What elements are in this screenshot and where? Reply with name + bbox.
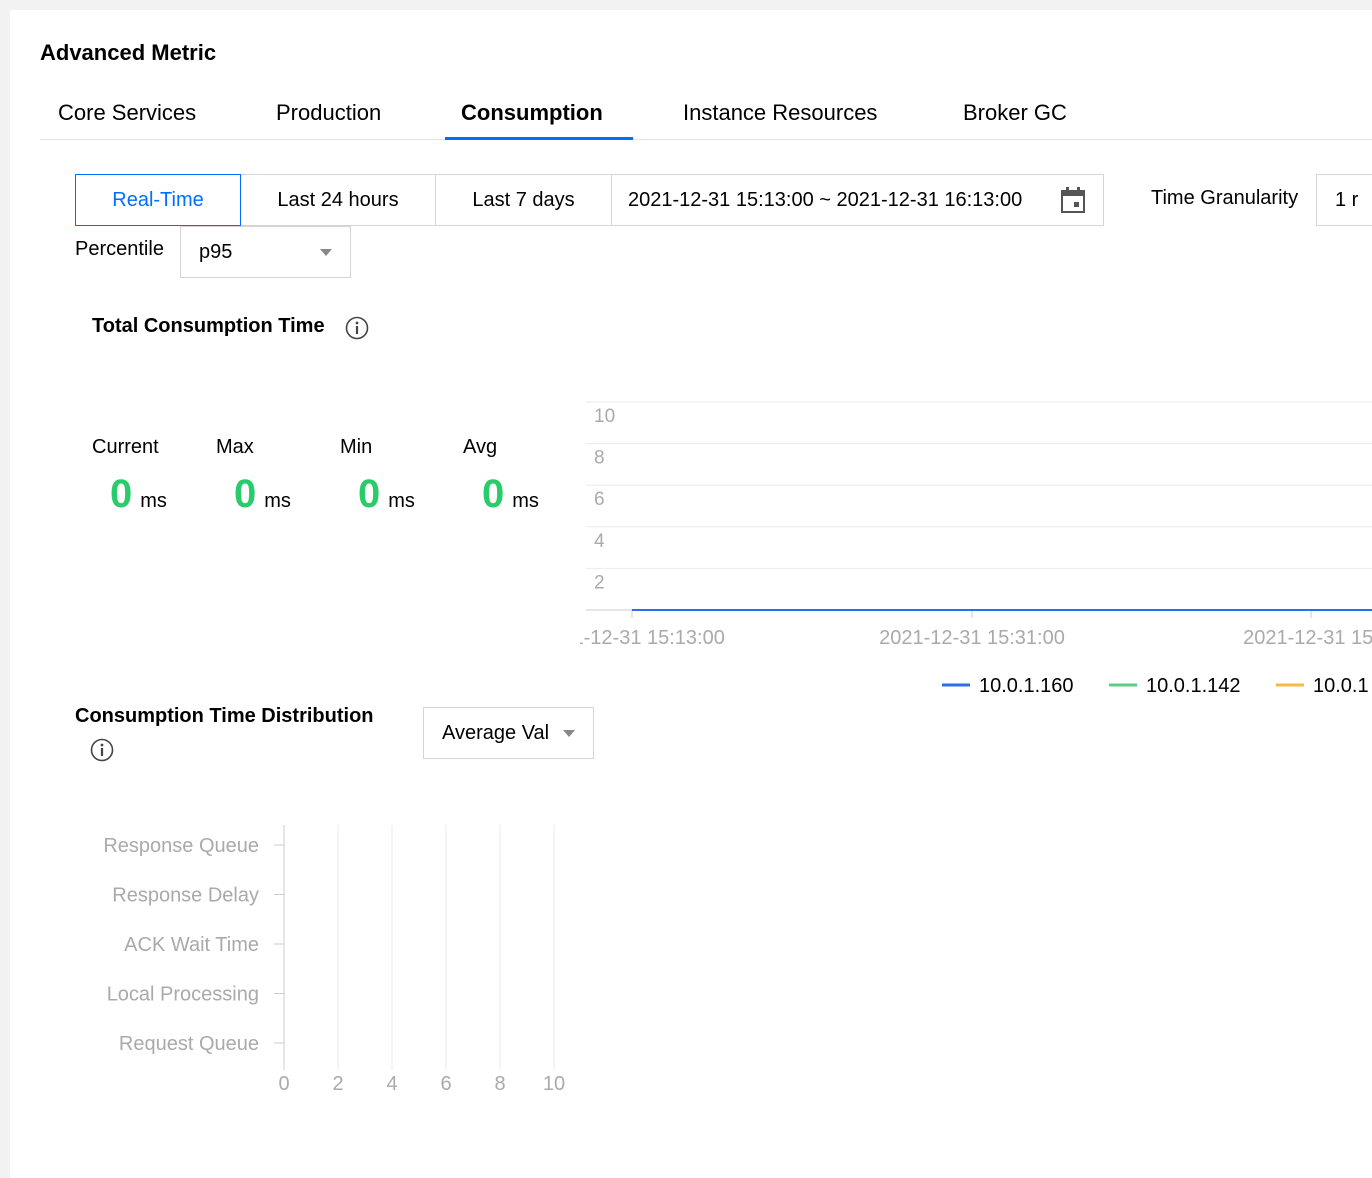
- category-label: Response Delay: [112, 885, 259, 907]
- y-tick-label: 2: [594, 572, 605, 593]
- active-tab-indicator: [445, 137, 633, 140]
- stat-max-value: 0: [234, 472, 257, 516]
- time-granularity-value: 1 r: [1335, 188, 1359, 211]
- stat-current-label: Current: [92, 436, 159, 458]
- total-consumption-line-chart: 10 8 6 4 2 2021-12-31 15:13:00 2021-12-31 15:3…: [580, 401, 1372, 697]
- time-granularity-select[interactable]: 1 r: [1316, 174, 1372, 226]
- stat-avg-unit: ms: [512, 490, 539, 512]
- tab-instance-resources[interactable]: Instance Resources: [683, 100, 877, 126]
- advanced-metric-panel: Advanced Metric Core Services Production…: [10, 10, 1372, 1178]
- percentile-value: p95: [199, 240, 233, 263]
- x-tick-label: 4: [386, 1073, 397, 1095]
- legend-entry: 10.0.1.160: [979, 675, 1074, 697]
- stat-avg: 0 ms: [482, 472, 539, 517]
- calendar-icon: [1061, 187, 1085, 213]
- category-label: ACK Wait Time: [124, 934, 259, 956]
- time-granularity-label: Time Granularity: [1151, 187, 1299, 209]
- percentile-select[interactable]: p95: [180, 226, 351, 278]
- stat-current-value: 0: [110, 472, 133, 516]
- stat-max-label: Max: [216, 436, 254, 458]
- category-label: Request Queue: [119, 1033, 259, 1055]
- distribution-title: Consumption Time Distribution: [75, 705, 374, 727]
- tab-broker-gc[interactable]: Broker GC: [963, 100, 1067, 126]
- last-7-days-button[interactable]: Last 7 days: [435, 174, 612, 226]
- tab-production[interactable]: Production: [276, 100, 381, 126]
- legend-entry: 10.0.1.142: [1146, 675, 1241, 697]
- stat-min-unit: ms: [388, 490, 415, 512]
- distribution-aggregate-value: Average Val: [442, 721, 550, 744]
- stat-min-label: Min: [340, 436, 373, 458]
- distribution-aggregate-select[interactable]: Average Val: [423, 707, 594, 759]
- category-label: Local Processing: [107, 984, 259, 1006]
- stat-current: 0 ms: [110, 472, 167, 517]
- x-tick-label: 2021-12-31 15:13:00: [580, 627, 725, 649]
- category-label: Response Queue: [103, 835, 259, 857]
- x-tick-label: 6: [440, 1073, 451, 1095]
- stat-current-unit: ms: [140, 490, 167, 512]
- last-24-hours-button[interactable]: Last 24 hours: [240, 174, 436, 226]
- stat-min-value: 0: [358, 472, 381, 516]
- y-tick-label: 4: [594, 531, 605, 552]
- total-consumption-title: Total Consumption Time: [92, 315, 325, 337]
- x-tick-label: 10: [543, 1073, 565, 1095]
- tab-core-services[interactable]: Core Services: [58, 100, 196, 126]
- info-icon[interactable]: [345, 316, 369, 340]
- stat-avg-value: 0: [482, 472, 505, 516]
- distribution-bar-chart: 0 2 4 6 8 10 Response Queue Response Delay ACK W…: [103, 825, 565, 1095]
- percentile-label: Percentile: [75, 238, 164, 260]
- x-tick-label: 2021-12-31 15:31:00: [879, 627, 1065, 649]
- y-tick-label: 10: [594, 406, 615, 427]
- date-range-picker[interactable]: 2021-12-31 15:13:00 ~ 2021-12-31 16:13:0…: [611, 174, 1104, 226]
- page-title: Advanced Metric: [40, 40, 217, 65]
- chevron-down-icon: [563, 730, 575, 737]
- metric-tabs: Core Services Production Consumption Ins…: [40, 88, 1372, 140]
- y-tick-label: 6: [594, 489, 605, 510]
- y-tick-label: 8: [594, 448, 605, 469]
- x-tick-label: 2021-12-31 15:: [1243, 627, 1372, 649]
- real-time-button[interactable]: Real-Time: [75, 174, 241, 226]
- legend-entry: 10.0.1: [1313, 675, 1369, 697]
- chevron-down-icon: [320, 249, 332, 256]
- stat-min: 0 ms: [358, 472, 415, 517]
- stat-max: 0 ms: [234, 472, 291, 517]
- date-range-text: 2021-12-31 15:13:00 ~ 2021-12-31 16:13:0…: [628, 188, 1023, 211]
- stat-avg-label: Avg: [463, 436, 498, 458]
- info-icon[interactable]: [90, 738, 114, 762]
- x-tick-label: 2: [332, 1073, 343, 1095]
- x-tick-label: 8: [494, 1073, 505, 1095]
- x-tick-label: 0: [278, 1073, 289, 1095]
- tab-consumption[interactable]: Consumption: [461, 100, 603, 126]
- stat-max-unit: ms: [264, 490, 291, 512]
